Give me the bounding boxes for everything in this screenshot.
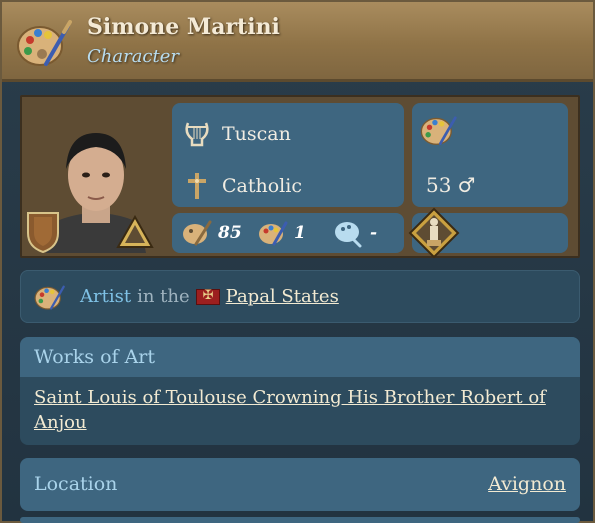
papal-states-flag-icon[interactable] <box>195 288 220 305</box>
location-section: Location Avignon <box>20 458 580 511</box>
coat-of-arms-icon[interactable] <box>26 211 60 253</box>
trait-panel <box>408 207 568 259</box>
palette-icon <box>259 221 288 246</box>
crucifix-icon <box>188 173 206 199</box>
location-label: Location <box>34 473 118 495</box>
occupation-role[interactable]: Artist <box>80 286 131 307</box>
rank-triangle-icon[interactable] <box>116 215 154 249</box>
palette-icon <box>17 20 72 66</box>
character-name: Simone Martini <box>87 14 280 40</box>
age-panel: 53 ♂ <box>412 103 568 207</box>
skill-value: 85 <box>218 223 242 243</box>
skill-value: 1 <box>294 223 306 243</box>
palette-icon <box>34 285 65 310</box>
culture-row[interactable]: Tuscan <box>182 119 291 149</box>
statue-icon[interactable] <box>408 207 460 259</box>
works-of-art-list: Saint Louis of Toulouse Crowning His Bro… <box>20 377 580 443</box>
culture-religion-panel: Tuscan Catholic <box>172 103 404 207</box>
lyre-icon <box>185 122 209 147</box>
age-value: 53 <box>426 173 452 197</box>
culture-label: Tuscan <box>222 123 291 145</box>
occupation-bar: Artist in the Papal States <box>20 270 580 323</box>
age-row: 53 ♂ <box>426 173 475 197</box>
character-window: Simone Martini Character Tuscan Catholic… <box>0 0 595 523</box>
artwork-link[interactable]: Saint Louis of Toulouse Crowning His Bro… <box>34 387 546 433</box>
works-of-art-heading: Works of Art <box>20 337 580 377</box>
religion-row[interactable]: Catholic <box>182 171 302 201</box>
paint-palette-blue-icon <box>335 222 362 248</box>
skill-item[interactable]: 85 <box>182 218 242 248</box>
portrait-block: Tuscan Catholic 53 ♂ 85 1 - <box>20 95 580 259</box>
religion-label: Catholic <box>222 175 302 197</box>
realm-link[interactable]: Papal States <box>226 286 339 307</box>
works-of-art-section: Works of Art Saint Louis of Toulouse Cro… <box>20 337 580 445</box>
next-section-edge <box>20 517 580 523</box>
location-link[interactable]: Avignon <box>488 473 566 495</box>
window-header: Simone Martini Character <box>2 2 593 82</box>
occupation-connector: in the <box>137 286 190 307</box>
palette-brush-icon <box>183 220 212 246</box>
skill-item[interactable]: - <box>334 218 377 248</box>
skills-panel: 85 1 - <box>172 213 404 253</box>
palette-icon <box>420 116 457 145</box>
occupation-text: Artist in the Papal States <box>80 286 339 307</box>
male-gender-icon: ♂ <box>457 173 476 197</box>
skill-value: - <box>370 223 378 243</box>
skill-item[interactable]: 1 <box>258 218 306 248</box>
window-subtitle: Character <box>87 46 180 67</box>
